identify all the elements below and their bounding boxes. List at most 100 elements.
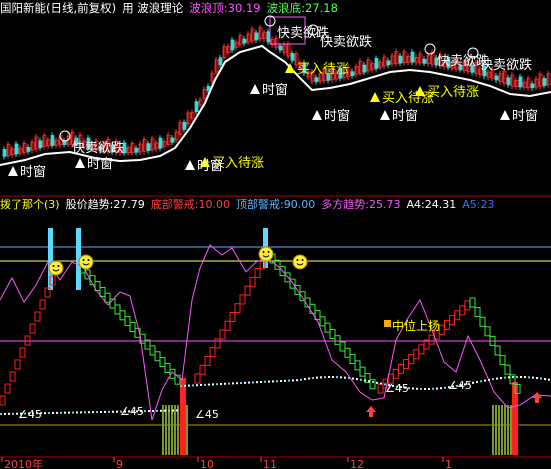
up-arrow-icon xyxy=(366,406,376,417)
date-axis-label: 1 xyxy=(445,458,452,469)
ladder-step xyxy=(124,316,131,327)
bottom-bar xyxy=(165,405,167,455)
candle-body xyxy=(254,32,259,41)
trend-dot xyxy=(240,382,242,384)
ladder-step xyxy=(474,307,481,318)
trend-dot xyxy=(60,411,62,414)
ladder-step xyxy=(234,303,241,314)
angle-45-label: ∠45 xyxy=(448,379,472,392)
trend-dot xyxy=(500,377,502,380)
trend-dot xyxy=(160,409,162,412)
ladder-step xyxy=(224,320,231,331)
trend-dot xyxy=(516,376,518,379)
trend-dot xyxy=(152,409,154,412)
bottom-bar xyxy=(492,405,494,455)
main-annotation-label: 快卖欲跌 xyxy=(72,140,124,156)
candle-body xyxy=(422,58,427,64)
time-triangle-marker xyxy=(250,84,260,94)
smiley-icon xyxy=(78,254,94,270)
smiley-icon xyxy=(292,254,308,270)
trend-dot xyxy=(192,384,194,387)
trend-dot xyxy=(52,411,54,414)
bottom-bar xyxy=(504,405,506,455)
candle-body xyxy=(38,140,43,149)
trend-dot xyxy=(520,376,522,379)
ladder-step xyxy=(4,383,11,394)
trend-dot xyxy=(200,384,202,386)
bottom-bar xyxy=(162,405,164,455)
ladder-step xyxy=(484,326,491,337)
trend-dot xyxy=(336,376,338,379)
main-annotation-label: 时窗 xyxy=(20,164,46,180)
main-annotation-label: 时窗 xyxy=(512,108,538,124)
ladder-step xyxy=(99,286,106,297)
candle-body xyxy=(218,57,223,66)
ladder-step xyxy=(249,276,256,287)
ladder-step xyxy=(164,362,171,373)
trend-dot xyxy=(544,378,546,381)
trend-dot xyxy=(244,381,246,384)
date-axis-label: 2010年 xyxy=(4,457,43,469)
chart-canvas[interactable]: 快卖欲跌快卖欲跌快卖欲跌快卖欲跌快卖欲跌买入待涨买入待涨买入待涨买入待涨时窗时窗… xyxy=(0,0,551,469)
smiley-eye xyxy=(52,265,55,267)
candle-body xyxy=(374,58,379,69)
bottom-bar xyxy=(510,405,512,455)
bottom-bar xyxy=(168,405,170,455)
trend-dot xyxy=(352,377,354,380)
smiley-eye xyxy=(262,251,265,253)
ladder-step xyxy=(219,329,226,340)
trend-dot xyxy=(224,382,226,385)
candle-body xyxy=(206,86,211,91)
trend-dot xyxy=(180,385,182,387)
smiley-eye xyxy=(301,259,304,261)
trend-dot xyxy=(272,380,274,383)
trend-dot xyxy=(0,413,2,415)
trend-dot xyxy=(296,379,298,382)
ladder-step xyxy=(244,285,251,296)
trend-dot xyxy=(348,377,350,380)
trend-dot xyxy=(108,410,110,413)
candle-body xyxy=(230,39,235,51)
trend-dot xyxy=(288,379,290,382)
trend-dot xyxy=(472,381,474,384)
trend-dot xyxy=(64,411,66,414)
main-annotation-label: 快卖欲跌 xyxy=(320,34,372,50)
candle-body xyxy=(146,143,151,152)
ladder-step xyxy=(319,316,326,327)
trend-dot xyxy=(48,412,50,415)
trend-dot xyxy=(184,384,186,387)
candle-body xyxy=(170,137,175,143)
trend-dot xyxy=(12,412,14,415)
candle-body xyxy=(194,101,199,113)
trend-dot xyxy=(252,381,254,384)
trend-dot xyxy=(164,409,166,412)
trend-dot xyxy=(212,383,214,386)
trend-dot xyxy=(76,411,78,414)
trend-dot xyxy=(440,387,442,390)
smiley-eye xyxy=(87,259,90,261)
smiley-icon xyxy=(48,260,64,276)
trend-dot xyxy=(172,409,174,412)
trend-dot xyxy=(312,377,314,380)
time-triangle-marker xyxy=(380,110,390,120)
trend-dot xyxy=(320,376,322,379)
trend-dot xyxy=(256,381,258,384)
trend-dot xyxy=(532,376,534,379)
candle-body xyxy=(350,71,355,77)
ladder-step xyxy=(408,354,415,365)
trend-dot xyxy=(332,376,334,379)
trend-dot xyxy=(56,411,58,414)
stock-chart-window[interactable]: 国阳新能(日线,前复权) 用 波浪理论 波浪顶:30.19 波浪底:27.18 拨了那… xyxy=(0,0,551,469)
ladder-step xyxy=(114,304,121,315)
main-annotation-label: 买入待涨 xyxy=(297,62,349,77)
trend-dot xyxy=(360,378,362,381)
trend-dot xyxy=(372,381,374,384)
trend-dot xyxy=(420,387,422,390)
ladder-step xyxy=(454,310,461,321)
trend-dot xyxy=(176,409,178,412)
trend-dot xyxy=(540,377,542,380)
trend-dot xyxy=(148,410,150,413)
trend-dot xyxy=(232,382,234,385)
ladder-step xyxy=(199,364,206,375)
candle-body xyxy=(362,64,367,73)
